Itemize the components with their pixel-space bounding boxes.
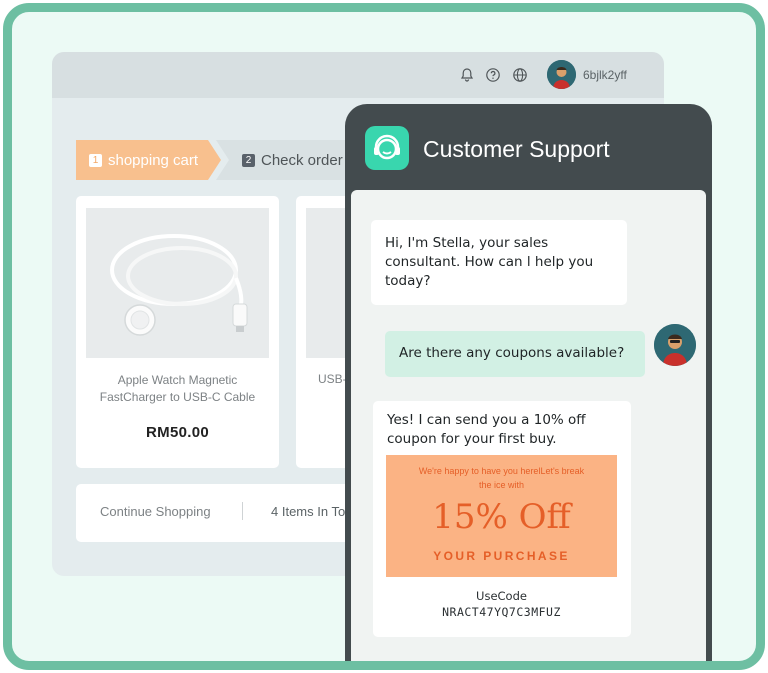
bell-icon[interactable]: [459, 67, 475, 83]
customer-support-chat: Customer Support Hi, I'm Stella, your sa…: [345, 104, 712, 661]
step-number: 1: [89, 153, 102, 167]
bot-message: Hi, I'm Stella, your sales consultant. H…: [371, 220, 627, 305]
chat-messages: Hi, I'm Stella, your sales consultant. H…: [351, 190, 706, 661]
user-avatar: [654, 324, 696, 366]
coupon-card[interactable]: We're happy to have you herelLet's break…: [386, 455, 617, 577]
bot-message-text: Yes! I can send you a 10% off coupon for…: [387, 412, 586, 447]
items-total-label: 4 Items In To: [271, 504, 346, 519]
chat-title: Customer Support: [423, 136, 610, 162]
step-number: 2: [242, 153, 255, 167]
continue-shopping-link[interactable]: Continue Shopping: [100, 504, 211, 519]
product-name[interactable]: Apple Watch Magnetic FastCharger to USB-…: [86, 372, 269, 406]
user-message: Are there any coupons available?: [385, 331, 645, 377]
coupon-subtitle: YOUR PURCHASE: [433, 549, 570, 563]
user-avatar[interactable]: [547, 60, 576, 89]
charger-cable-image: [86, 208, 269, 358]
step-label: shopping cart: [108, 151, 199, 169]
product-price: RM50.00: [146, 424, 209, 441]
shop-header: 6bjlk2yff: [52, 52, 664, 98]
coupon-message: We're happy to have you herelLet's break…: [418, 466, 585, 490]
support-agent-icon: [365, 126, 409, 170]
coupon-code[interactable]: NRACT47YQ7C3MFUZ: [386, 603, 617, 622]
product-image: [86, 208, 269, 358]
app-frame: 6bjlk2yff 1 shopping cart 2 Check order: [3, 3, 765, 670]
step-shopping-cart[interactable]: 1 shopping cart: [76, 140, 221, 180]
globe-icon[interactable]: [512, 67, 528, 83]
bot-coupon-message: Yes! I can send you a 10% off coupon for…: [373, 401, 631, 637]
coupon-discount: 15% Off: [432, 497, 571, 537]
product-card[interactable]: Apple Watch Magnetic FastCharger to USB-…: [76, 196, 279, 468]
divider: [242, 502, 243, 520]
cart-footer: Continue Shopping 4 Items In To: [76, 484, 376, 542]
product-name[interactable]: USB-: [318, 372, 347, 386]
username-label[interactable]: 6bjlk2yff: [583, 68, 627, 82]
step-label: Check order: [261, 151, 343, 169]
help-icon[interactable]: [485, 67, 501, 83]
chat-header: Customer Support: [351, 110, 706, 180]
